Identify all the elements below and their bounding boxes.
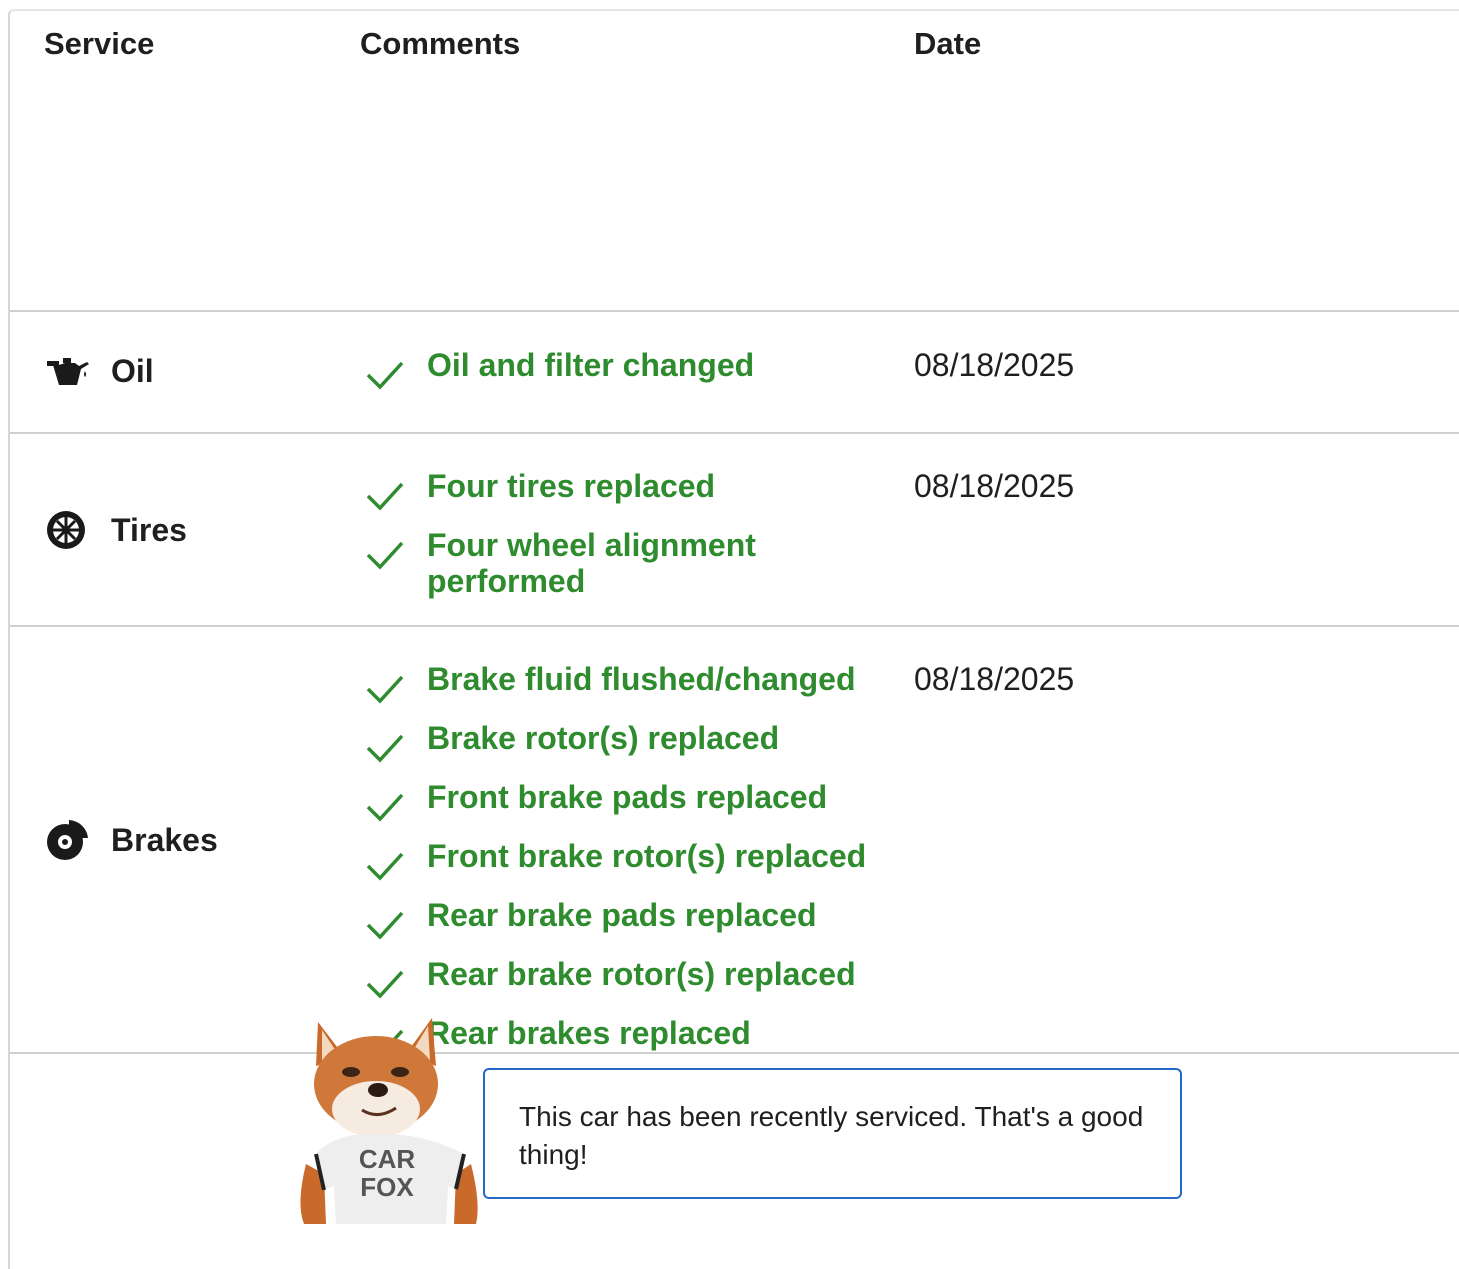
brake-disc-icon — [45, 820, 91, 860]
callout-message: This car has been recently serviced. Tha… — [483, 1068, 1182, 1199]
row-divider — [10, 625, 1459, 627]
comment-item: Front brake pads replaced — [365, 779, 887, 823]
checkmark-icon — [366, 970, 404, 999]
checkmark-icon — [366, 793, 404, 822]
header-service: Service — [44, 26, 155, 61]
mascot-shirt-text-line1: CAR — [359, 1144, 416, 1174]
comment-item: Brake rotor(s) replaced — [365, 720, 887, 764]
header-date: Date — [914, 26, 982, 61]
checkmark-icon — [366, 361, 404, 390]
comment-text: Rear brake pads replaced — [427, 897, 817, 933]
comment-item: Brake fluid flushed/changed — [365, 661, 887, 705]
checkmark-icon — [366, 482, 404, 511]
service-label: Tires — [111, 511, 187, 548]
checkmark-icon — [366, 541, 404, 570]
comment-text: Four wheel alignment performed — [427, 527, 756, 599]
comment-item: Front brake rotor(s) replaced — [365, 838, 887, 882]
service-date: 08/18/2025 — [914, 347, 1075, 383]
comment-text: Front brake pads replaced — [427, 779, 828, 815]
comment-item: Four tires replaced — [365, 468, 887, 512]
comment-text: Brake fluid flushed/changed — [427, 661, 856, 697]
service-date: 08/18/2025 — [914, 468, 1075, 504]
service-label: Brakes — [111, 821, 218, 858]
comment-item: Four wheel alignment performed — [365, 527, 887, 599]
comment-item: Rear brake pads replaced — [365, 897, 887, 941]
comment-text: Four tires replaced — [427, 468, 716, 504]
mascot-shirt-text-line2: FOX — [360, 1172, 414, 1202]
carfox-mascot-image: CAR FOX — [300, 1018, 478, 1224]
row-divider — [10, 432, 1459, 434]
tire-icon — [45, 510, 91, 550]
service-brakes: Brakes — [45, 820, 218, 860]
comment-text: Rear brake rotor(s) replaced — [427, 956, 856, 992]
service-oil: Oil — [45, 351, 154, 391]
comment-text: Oil and filter changed — [427, 347, 755, 383]
checkmark-icon — [366, 675, 404, 704]
comments-oil: Oil and filter changed — [365, 347, 887, 406]
checkmark-icon — [366, 911, 404, 940]
comments-tires: Four tires replaced Four wheel alignment… — [365, 468, 887, 614]
comment-item: Oil and filter changed — [365, 347, 887, 391]
header-comments: Comments — [360, 26, 521, 61]
oil-can-icon — [45, 351, 91, 391]
comments-brakes: Brake fluid flushed/changed Brake rotor(… — [365, 661, 887, 1074]
checkmark-icon — [366, 734, 404, 763]
comment-text: Rear brakes replaced — [427, 1015, 751, 1051]
comment-text: Brake rotor(s) replaced — [427, 720, 780, 756]
comment-item: Rear brake rotor(s) replaced — [365, 956, 887, 1000]
comment-text: Front brake rotor(s) replaced — [427, 838, 867, 874]
service-label: Oil — [111, 352, 154, 389]
checkmark-icon — [366, 852, 404, 881]
row-divider — [10, 310, 1459, 312]
service-tires: Tires — [45, 510, 187, 550]
service-date: 08/18/2025 — [914, 661, 1075, 697]
